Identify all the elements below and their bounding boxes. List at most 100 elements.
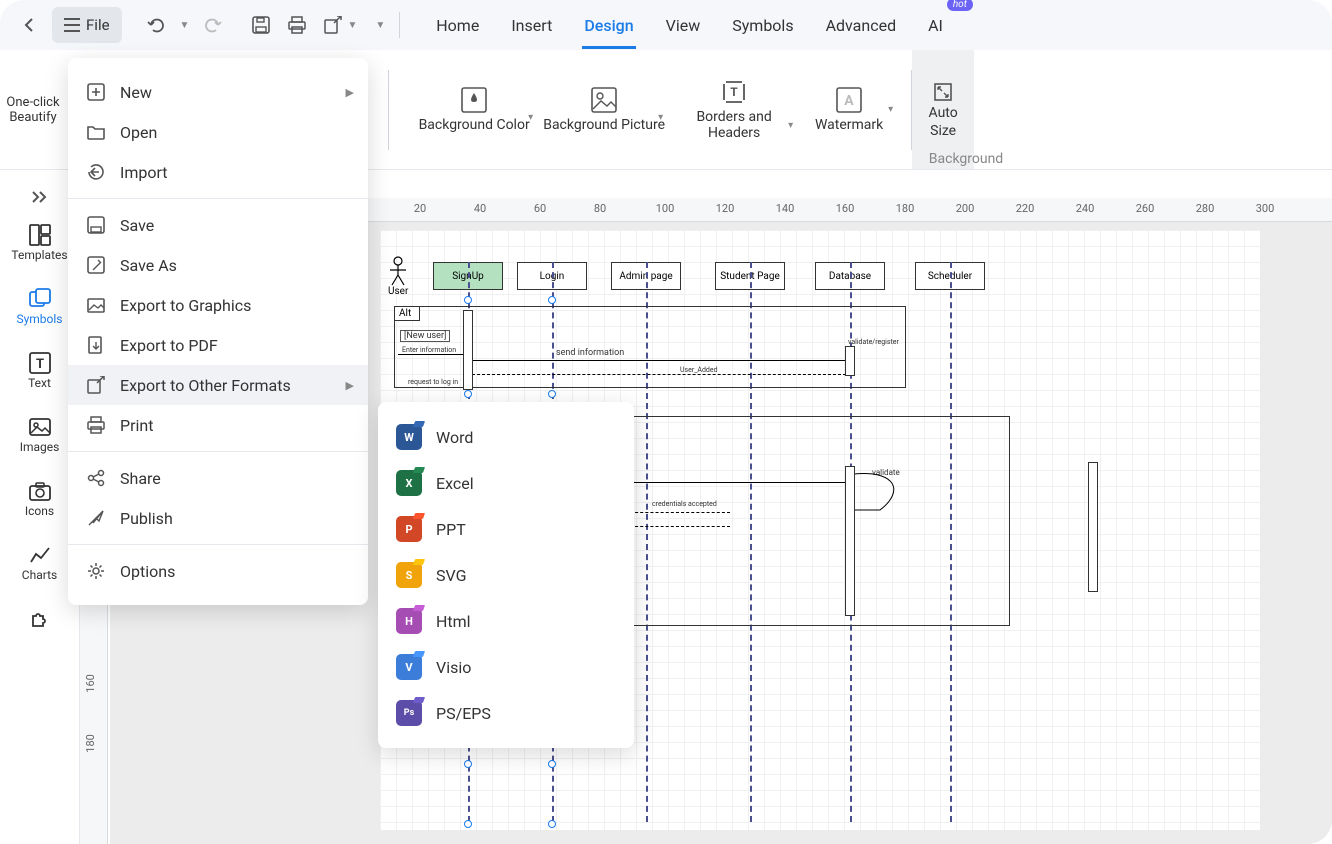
ps-icon: Ps xyxy=(396,700,422,726)
undo-button[interactable] xyxy=(138,7,174,43)
ppt-icon: P xyxy=(396,516,422,542)
file-menu: New ▶ Open Import Save Save As Export to… xyxy=(68,58,368,605)
file-menu-save[interactable]: Save xyxy=(68,205,368,245)
file-label: File xyxy=(86,16,110,34)
file-menu-print[interactable]: Print xyxy=(68,405,368,445)
tab-view[interactable]: View xyxy=(664,10,703,41)
export-excel[interactable]: X Excel xyxy=(378,460,634,506)
msg-request-login: request to log in xyxy=(408,378,458,386)
share-icon xyxy=(86,468,106,488)
oneclick-beautify[interactable]: One-click Beautify xyxy=(0,50,66,169)
icons-icon xyxy=(29,480,51,502)
picture-icon xyxy=(591,87,617,113)
svg-text:A: A xyxy=(844,93,854,109)
file-menu-open[interactable]: Open xyxy=(68,112,368,152)
back-button[interactable] xyxy=(12,7,48,43)
export-dropdown[interactable]: ▼ xyxy=(347,20,357,31)
images-icon xyxy=(29,416,51,438)
excel-icon: X xyxy=(396,470,422,496)
hamburger-icon xyxy=(64,18,80,32)
sidebar-plugins[interactable] xyxy=(10,604,70,634)
tab-home[interactable]: Home xyxy=(434,10,481,41)
msg-validate-reg: validate/register xyxy=(848,338,899,346)
tab-advanced[interactable]: Advanced xyxy=(824,10,899,41)
symbols-icon xyxy=(29,288,51,310)
sidebar-templates[interactable]: Templates xyxy=(10,220,70,266)
templates-icon xyxy=(29,224,51,246)
sidebar-symbols[interactable]: Symbols xyxy=(10,284,70,330)
tab-insert[interactable]: Insert xyxy=(509,10,554,41)
sidebar-text[interactable]: T Text xyxy=(10,348,70,394)
sidebar-images[interactable]: Images xyxy=(10,412,70,458)
publish-icon xyxy=(86,508,106,528)
export-pseps[interactable]: Ps PS/EPS xyxy=(378,690,634,736)
save-as-icon xyxy=(86,255,106,275)
chevron-right-icon: ▶ xyxy=(346,379,354,392)
msg-user-added: User_Added xyxy=(680,366,718,374)
export-word[interactable]: W Word xyxy=(378,414,634,460)
msg-enter: Enter information xyxy=(402,346,456,354)
export-html[interactable]: H Html xyxy=(378,598,634,644)
export-other-icon xyxy=(86,375,106,395)
print-icon xyxy=(86,415,106,435)
import-icon xyxy=(86,162,106,182)
export-visio[interactable]: V Visio xyxy=(378,644,634,690)
export-ppt[interactable]: P PPT xyxy=(378,506,634,552)
new-icon xyxy=(86,82,106,102)
autosize-icon xyxy=(932,81,954,103)
file-menu-import[interactable]: Import xyxy=(68,152,368,192)
export-svg[interactable]: S SVG xyxy=(378,552,634,598)
actor-user[interactable]: User xyxy=(388,256,408,297)
export-pdf-icon xyxy=(86,335,106,355)
borders-icon: T xyxy=(721,79,747,105)
top-toolbar: File ▼ ▼ ▼ Home Insert Design View Symbo… xyxy=(0,0,1332,50)
plugin-icon xyxy=(29,608,51,630)
file-menu-new[interactable]: New ▶ xyxy=(68,72,368,112)
file-menu-export-pdf[interactable]: Export to PDF xyxy=(68,325,368,365)
file-menu-publish[interactable]: Publish xyxy=(68,498,368,538)
file-menu-export-other[interactable]: Export to Other Formats ▶ xyxy=(68,365,368,405)
watermark-button[interactable]: A Watermark▾ xyxy=(799,87,899,133)
export-button[interactable] xyxy=(315,7,351,43)
print-button[interactable] xyxy=(279,7,315,43)
guard-new-user: [New user] xyxy=(400,330,450,342)
save-icon xyxy=(86,215,106,235)
ai-hot-badge: hot xyxy=(947,0,973,11)
sidebar-icons[interactable]: Icons xyxy=(10,476,70,522)
svg-text:T: T xyxy=(730,85,738,99)
ribbon-section-label: Background xyxy=(690,151,1242,167)
word-icon: W xyxy=(396,424,422,450)
tab-symbols[interactable]: Symbols xyxy=(730,10,795,41)
file-menu-share[interactable]: Share xyxy=(68,458,368,498)
gear-icon xyxy=(86,561,106,581)
svg-text:T: T xyxy=(35,357,43,372)
msg-send: send information xyxy=(556,348,624,358)
html-icon: H xyxy=(396,608,422,634)
tab-ai[interactable]: AI hot xyxy=(926,10,945,41)
charts-icon xyxy=(29,544,51,566)
file-menu-export-graphics[interactable]: Export to Graphics xyxy=(68,285,368,325)
svg-icon: S xyxy=(396,562,422,588)
export-graphics-icon xyxy=(86,295,106,315)
file-menu-button[interactable]: File xyxy=(52,7,122,43)
redo-button[interactable] xyxy=(195,7,231,43)
sidebar-toggle[interactable] xyxy=(22,182,58,212)
chevron-right-icon: ▶ xyxy=(346,86,354,99)
visio-icon: V xyxy=(396,654,422,680)
tabs: Home Insert Design View Symbols Advanced… xyxy=(434,10,945,41)
paint-drop-icon xyxy=(461,87,487,113)
file-menu-save-as[interactable]: Save As xyxy=(68,245,368,285)
borders-headers-button[interactable]: T Borders and Headers▾ xyxy=(669,79,799,141)
more-dropdown[interactable]: ▼ xyxy=(375,20,385,31)
folder-icon xyxy=(86,122,106,142)
background-picture-button[interactable]: Background Picture▾ xyxy=(539,87,669,133)
undo-dropdown[interactable]: ▼ xyxy=(180,20,190,31)
background-color-button[interactable]: Background Color▾ xyxy=(409,87,539,133)
export-submenu: W Word X Excel P PPT S SVG H Html V Visi… xyxy=(378,402,634,748)
msg-cred: credentials accepted xyxy=(652,500,717,508)
sidebar-charts[interactable]: Charts xyxy=(10,540,70,586)
text-icon: T xyxy=(29,352,51,374)
file-menu-options[interactable]: Options xyxy=(68,551,368,591)
save-button[interactable] xyxy=(243,7,279,43)
tab-design[interactable]: Design xyxy=(582,10,635,41)
